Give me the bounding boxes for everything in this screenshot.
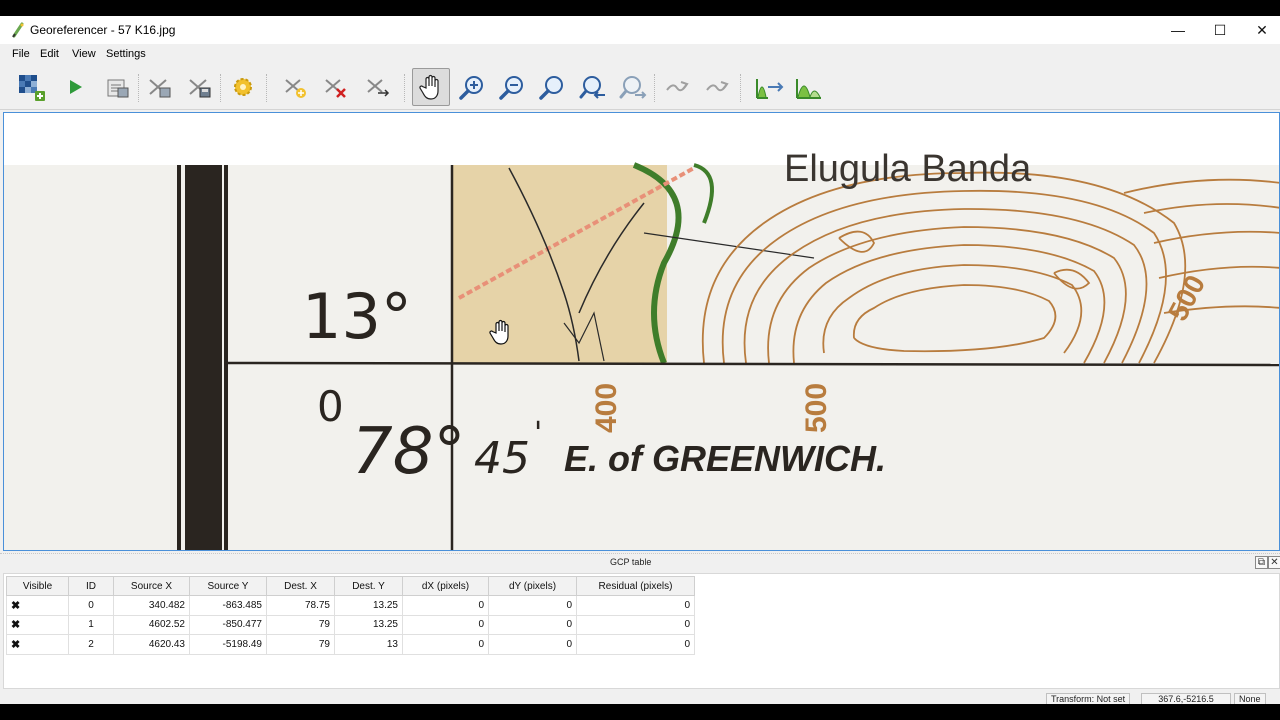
lon-degrees-label: 78° <box>352 415 465 489</box>
column-header-dy[interactable]: dY (pixels) <box>488 576 577 596</box>
source-y-cell[interactable]: -863.485 <box>189 595 267 616</box>
menu-edit[interactable]: Edit <box>40 48 59 60</box>
column-header-source-x[interactable]: Source X <box>113 576 190 596</box>
toolbar <box>0 66 1280 110</box>
source-y-cell[interactable]: -850.477 <box>189 614 267 635</box>
full-histogram-stretch-icon[interactable] <box>752 70 786 104</box>
residual-cell: 0 <box>576 614 695 635</box>
column-header-id[interactable]: ID <box>68 576 114 596</box>
residual-cell: 0 <box>576 634 695 655</box>
save-gcp-points-icon[interactable] <box>182 70 216 104</box>
move-gcp-point-icon[interactable] <box>360 70 394 104</box>
raster-map[interactable]: 13° 0 78° 45 ' E. of GREENWICH. Elugula … <box>4 113 1280 551</box>
tan-area <box>452 165 667 363</box>
dx-cell: 0 <box>402 614 489 635</box>
source-y-cell[interactable]: -5198.49 <box>189 634 267 655</box>
add-point-icon[interactable] <box>278 70 312 104</box>
dest-x-cell[interactable]: 79 <box>266 614 335 635</box>
table-row[interactable]: ✖ 0 340.482 -863.485 78.75 13.25 0 0 0 <box>6 595 695 616</box>
link-georeferencer-to-qgis-icon[interactable] <box>660 70 694 104</box>
zoom-next-icon[interactable] <box>616 70 650 104</box>
gcp-id: 2 <box>68 634 114 655</box>
local-histogram-stretch-icon[interactable] <box>792 70 826 104</box>
gcp-table: Visible ID Source X Source Y Dest. X Des… <box>6 576 695 655</box>
delete-point-icon[interactable] <box>318 70 352 104</box>
bottom-black-border <box>0 704 1280 720</box>
zoom-last-icon[interactable] <box>576 70 610 104</box>
start-georeferencing-icon[interactable] <box>58 70 92 104</box>
contour-label-500: 500 <box>800 383 833 433</box>
column-header-residual[interactable]: Residual (pixels) <box>576 576 695 596</box>
visible-checkbox[interactable]: ✖ <box>6 634 69 655</box>
dest-x-cell[interactable]: 78.75 <box>266 595 335 616</box>
top-black-border <box>0 0 1280 16</box>
open-raster-icon[interactable] <box>14 70 48 104</box>
gcp-id: 1 <box>68 614 114 635</box>
zoom-out-icon[interactable] <box>495 70 529 104</box>
column-header-dest-y[interactable]: Dest. Y <box>334 576 403 596</box>
menu-bar: File Edit View Settings <box>0 44 1280 66</box>
lon-minutes-mark: ' <box>534 416 542 451</box>
lon-minutes-label: 45 <box>474 433 530 484</box>
map-border-band <box>185 165 222 550</box>
window-title: Georeferencer - 57 K16.jpg <box>30 23 176 37</box>
zoom-in-icon[interactable] <box>455 70 489 104</box>
gcp-dock-title: GCP table <box>610 557 652 567</box>
dock-close-icon[interactable]: ✕ <box>1268 556 1280 569</box>
toolbar-separator <box>740 74 741 102</box>
table-row[interactable]: ✖ 1 4602.52 -850.477 79 13.25 0 0 0 <box>6 614 695 635</box>
dest-y-cell[interactable]: 13 <box>334 634 403 655</box>
dy-cell: 0 <box>488 614 577 635</box>
status-bar: Transform: Not set 367.6,-5216.5 None <box>0 691 1280 706</box>
transformation-settings-icon[interactable] <box>226 70 260 104</box>
dest-y-cell[interactable]: 13.25 <box>334 595 403 616</box>
dx-cell: 0 <box>402 595 489 616</box>
source-x-cell[interactable]: 4620.43 <box>113 634 190 655</box>
dock-float-icon[interactable]: ⧉ <box>1255 556 1268 569</box>
greenwich-label: E. of GREENWICH. <box>564 438 886 479</box>
toolbar-separator <box>404 74 405 102</box>
georeferencer-window: Georeferencer - 57 K16.jpg — ☐ ✕ File Ed… <box>0 16 1280 706</box>
map-canvas[interactable]: 13° 0 78° 45 ' E. of GREENWICH. Elugula … <box>3 112 1280 551</box>
column-header-dest-x[interactable]: Dest. X <box>266 576 335 596</box>
load-gcp-points-icon[interactable] <box>142 70 176 104</box>
dy-cell: 0 <box>488 595 577 616</box>
visible-checkbox[interactable]: ✖ <box>6 614 69 635</box>
toolbar-separator <box>654 74 655 102</box>
lat-minutes-label: 0 <box>317 382 344 431</box>
maximize-button[interactable]: ☐ <box>1198 16 1242 44</box>
menu-settings[interactable]: Settings <box>106 48 146 60</box>
column-header-visible[interactable]: Visible <box>6 576 69 596</box>
pan-icon[interactable] <box>412 68 450 106</box>
dest-y-cell[interactable]: 13.25 <box>334 614 403 635</box>
generate-gdal-script-icon[interactable] <box>100 70 134 104</box>
gcp-table-panel: Visible ID Source X Source Y Dest. X Des… <box>3 573 1280 689</box>
menu-view[interactable]: View <box>72 48 96 60</box>
contour-label-400: 400 <box>590 383 623 433</box>
residual-cell: 0 <box>576 595 695 616</box>
dy-cell: 0 <box>488 634 577 655</box>
visible-checkbox[interactable]: ✖ <box>6 595 69 616</box>
gcp-id: 0 <box>68 595 114 616</box>
source-x-cell[interactable]: 4602.52 <box>113 614 190 635</box>
title-bar: Georeferencer - 57 K16.jpg — ☐ ✕ <box>0 16 1280 44</box>
gcp-dock-titlebar: GCP table ⧉ ✕ <box>0 553 1280 571</box>
zoom-to-layer-icon[interactable] <box>535 70 569 104</box>
column-header-dx[interactable]: dX (pixels) <box>402 576 489 596</box>
dest-x-cell[interactable]: 79 <box>266 634 335 655</box>
close-button[interactable]: ✕ <box>1240 16 1280 44</box>
dx-cell: 0 <box>402 634 489 655</box>
place-name-label: Elugula Banda <box>784 148 1032 190</box>
minimize-button[interactable]: — <box>1156 16 1200 44</box>
georeferencer-app-icon <box>12 22 24 38</box>
toolbar-separator <box>220 74 221 102</box>
toolbar-separator <box>138 74 139 102</box>
table-row[interactable]: ✖ 2 4620.43 -5198.49 79 13 0 0 0 <box>6 634 695 655</box>
lat-degrees-label: 13° <box>302 280 412 353</box>
column-header-source-y[interactable]: Source Y <box>189 576 267 596</box>
menu-file[interactable]: File <box>12 48 30 60</box>
toolbar-separator <box>266 74 267 102</box>
link-qgis-to-georeferencer-icon[interactable] <box>700 70 734 104</box>
source-x-cell[interactable]: 340.482 <box>113 595 190 616</box>
